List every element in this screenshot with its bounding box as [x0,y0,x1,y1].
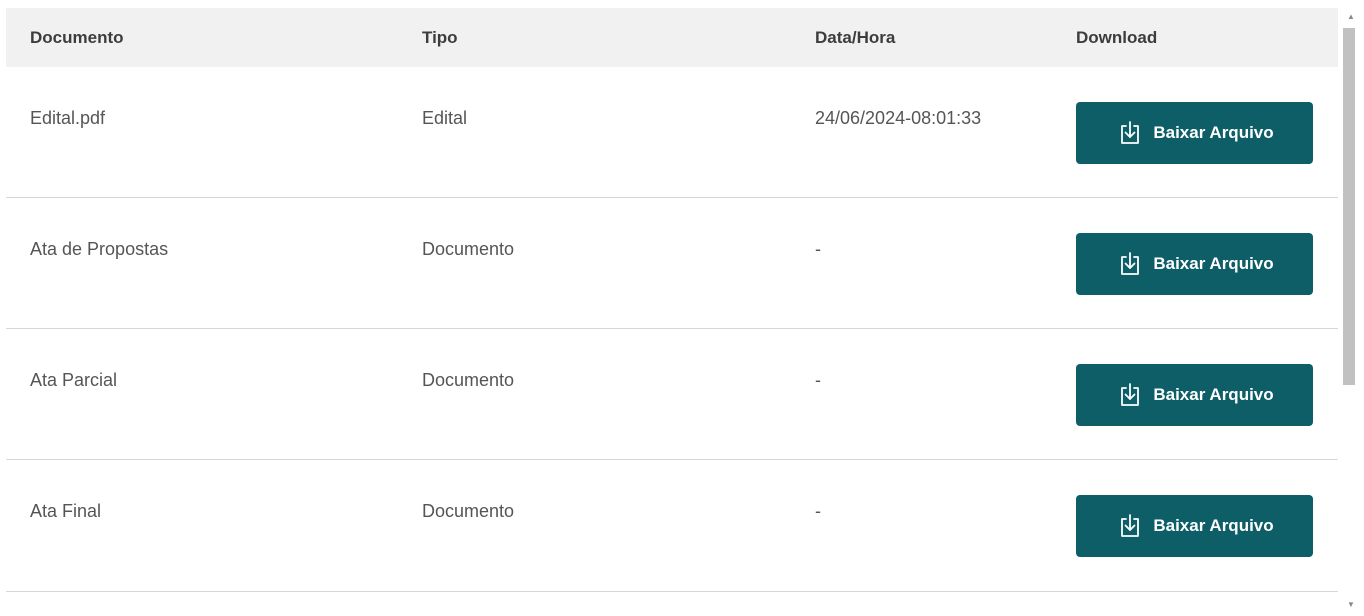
table-row: Ata Final Documento - Baixar Arquivo [6,460,1338,592]
cell-download: Baixar Arquivo [1052,198,1338,328]
header-documento: Documento [30,27,124,47]
download-icon [1119,514,1141,538]
download-button[interactable]: Baixar Arquivo [1076,364,1313,426]
table-row: Ata Parcial Documento - Baixar Arquivo [6,329,1338,460]
header-data-hora: Data/Hora [815,27,896,47]
documents-panel: Documento Tipo Data/Hora Download Edital… [0,0,1364,616]
cell-tipo: Documento [422,370,515,390]
vertical-scrollbar[interactable]: ▲ ▼ [1338,0,1364,616]
cell-data-hora: 24/06/2024-08:01:33 [815,108,982,128]
cell-download: Baixar Arquivo [1052,67,1338,197]
table-body: Edital.pdf Edital 24/06/2024-08:01:33 Ba… [6,67,1338,592]
cell-documento: Ata de Propostas [30,239,169,259]
download-button-label: Baixar Arquivo [1153,385,1274,404]
header-download: Download [1076,27,1158,47]
download-icon [1119,383,1141,407]
download-button-label: Baixar Arquivo [1153,254,1274,273]
cell-download: Baixar Arquivo [1052,329,1338,459]
cell-data-hora: - [815,239,821,259]
cell-documento: Ata Parcial [30,370,118,390]
download-button-label: Baixar Arquivo [1153,516,1274,535]
cell-documento: Edital.pdf [30,108,106,128]
cell-data-hora: - [815,370,821,390]
cell-documento: Ata Final [30,501,102,521]
table-row: Edital.pdf Edital 24/06/2024-08:01:33 Ba… [6,67,1338,198]
scroll-down-arrow-icon[interactable]: ▼ [1338,592,1364,616]
cell-download: Baixar Arquivo [1052,460,1338,591]
cell-tipo: Documento [422,501,515,521]
table-row: Ata de Propostas Documento - Baixar Arqu… [6,198,1338,329]
table-header: Documento Tipo Data/Hora Download [6,8,1338,67]
download-button[interactable]: Baixar Arquivo [1076,233,1313,295]
scrollbar-thumb[interactable] [1343,28,1355,385]
cell-tipo: Edital [422,108,468,128]
scroll-up-arrow-icon[interactable]: ▲ [1338,4,1364,28]
download-button-label: Baixar Arquivo [1153,123,1274,142]
header-tipo: Tipo [422,27,458,47]
download-button[interactable]: Baixar Arquivo [1076,495,1313,557]
documents-table: Documento Tipo Data/Hora Download Edital… [6,8,1338,616]
download-button[interactable]: Baixar Arquivo [1076,102,1313,164]
cell-data-hora: - [815,501,821,521]
download-icon [1119,121,1141,145]
cell-tipo: Documento [422,239,515,259]
download-icon [1119,252,1141,276]
